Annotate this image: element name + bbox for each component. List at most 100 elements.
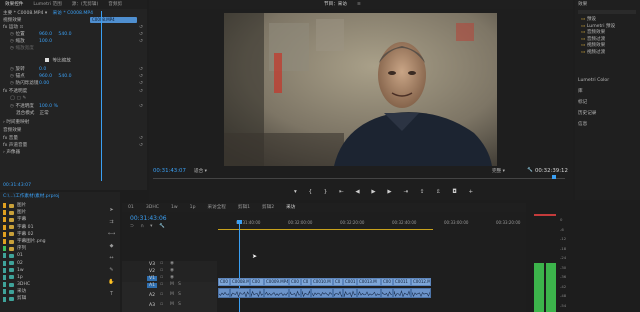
scale-value[interactable]: 100.0 — [39, 39, 52, 45]
opacity-value[interactable]: 100.0 % — [39, 104, 58, 110]
project-item[interactable]: 剪辑 — [3, 295, 117, 302]
step-forward-icon[interactable]: ▶ — [387, 189, 391, 195]
linked-selection-icon[interactable]: ∩ — [140, 224, 143, 229]
audio-clip[interactable] — [230, 288, 250, 298]
video-clip[interactable]: C00 — [289, 278, 301, 286]
project-item[interactable]: 序列 — [3, 245, 117, 252]
timeline-tab[interactable]: 剪辑2 — [256, 203, 280, 212]
project-item[interactable]: 采访 — [3, 288, 117, 295]
project-item[interactable]: 1w — [3, 267, 117, 274]
stopwatch-icon[interactable]: ◷ — [10, 81, 14, 87]
solo-icon[interactable]: S — [178, 302, 181, 307]
reset-icon[interactable]: ↺ — [139, 143, 143, 148]
stopwatch-icon[interactable]: ◷ — [10, 104, 14, 110]
reset-icon[interactable]: ↺ — [139, 89, 143, 94]
mute-icon[interactable]: M — [170, 302, 174, 307]
menu-icon[interactable]: ≡ — [352, 0, 366, 9]
video-clip[interactable]: C00 — [250, 278, 264, 286]
wrench-icon[interactable]: 🔧 — [527, 168, 533, 173]
ellipse-mask-icon[interactable]: ◯ — [10, 96, 15, 102]
tab-audio-mixer[interactable]: 音频剪 — [103, 0, 127, 9]
effects-search-input[interactable] — [578, 10, 636, 14]
reset-icon[interactable]: ↺ — [139, 74, 143, 79]
position-x[interactable]: 960.0 — [39, 32, 57, 38]
side-panel-item[interactable]: 库 — [578, 86, 609, 97]
tab-source[interactable]: 源：(无剪辑) — [67, 0, 104, 9]
stopwatch-icon[interactable]: ◷ — [10, 67, 14, 73]
anchor-y[interactable]: 540.0 — [58, 74, 71, 80]
track-target[interactable]: V3 — [147, 262, 157, 267]
antiflicker-value[interactable]: 0.00 — [39, 81, 49, 87]
mini-clip-bar[interactable]: C0008.MP4 — [90, 17, 137, 23]
side-panel-item[interactable]: 历史记录 — [578, 108, 609, 119]
track-select-icon[interactable]: ⇉ — [108, 219, 115, 226]
audio-clip[interactable] — [357, 288, 381, 298]
mark-out-icon[interactable]: } — [324, 189, 328, 195]
effects-browser-title[interactable]: 效果 — [578, 2, 587, 8]
pen-mask-icon[interactable]: ✎ — [22, 96, 26, 102]
stopwatch-icon[interactable]: ◷ — [10, 74, 14, 80]
project-item[interactable]: 01 — [3, 252, 117, 259]
lock-icon[interactable]: ▫ — [160, 268, 163, 273]
anchor-x[interactable]: 960.0 — [39, 74, 57, 80]
lock-icon[interactable]: ▫ — [160, 292, 163, 297]
video-clip[interactable]: C0012.M — [411, 278, 431, 286]
audio-clip[interactable] — [218, 288, 230, 298]
program-title[interactable]: 节目：采访 — [319, 0, 352, 9]
marker-icon[interactable]: ▾ — [294, 189, 297, 195]
panner-effect[interactable]: › 声像器 — [3, 150, 20, 156]
pen-tool-icon[interactable]: ✎ — [108, 267, 115, 274]
extract-icon[interactable]: ⇫ — [436, 189, 441, 195]
reset-icon[interactable]: ↺ — [139, 25, 143, 30]
program-timecode-left[interactable]: 00:31:43:07 — [153, 168, 186, 174]
solo-icon[interactable]: S — [178, 292, 181, 297]
work-area-bar[interactable] — [218, 229, 433, 230]
project-item[interactable]: 图片 — [3, 209, 117, 216]
channel-volume-effect[interactable]: fx 声道音量 — [3, 143, 27, 149]
video-frame[interactable] — [224, 13, 497, 166]
track-target[interactable]: V2 — [147, 269, 157, 274]
mark-in-icon[interactable]: { — [309, 189, 313, 195]
camera-icon[interactable]: ◘ — [452, 189, 456, 195]
lift-icon[interactable]: ⇪ — [420, 189, 425, 195]
blend-select[interactable]: 正常 — [39, 111, 48, 116]
project-item[interactable]: 字幕 01 — [3, 224, 117, 231]
video-clip[interactable]: C0 — [301, 278, 311, 286]
program-timecode-right[interactable]: 00:32:39:12 — [535, 168, 568, 174]
project-item[interactable]: 3DHC — [3, 281, 117, 288]
audio-clip[interactable] — [301, 288, 311, 298]
video-clip[interactable]: C0010.M — [311, 278, 333, 286]
add-marker-icon[interactable]: ▾ — [150, 224, 152, 229]
volume-effect[interactable]: fx 音量 — [3, 136, 18, 142]
side-panel-item[interactable]: 信息 — [578, 119, 609, 130]
header-sequence[interactable]: 采访 * C0008.MP4 — [53, 11, 93, 16]
reset-icon[interactable]: ↺ — [139, 32, 143, 37]
type-tool-icon[interactable]: T — [108, 291, 115, 298]
time-remap-row[interactable]: › 时间重映射 — [3, 120, 29, 126]
playhead-handle[interactable] — [237, 220, 242, 224]
reset-icon[interactable]: ↺ — [139, 81, 143, 86]
hand-tool-icon[interactable]: ✋ — [108, 279, 115, 286]
go-to-in-icon[interactable]: ⇤ — [339, 189, 344, 195]
eye-icon[interactable]: ◉ — [170, 268, 174, 273]
timeline-tab[interactable]: 3DHC — [140, 203, 165, 212]
video-clip[interactable]: C0008.M — [230, 278, 250, 286]
video-clip[interactable]: C001 — [343, 278, 357, 286]
lock-icon[interactable]: ▫ — [160, 302, 163, 307]
timeline-tab[interactable]: 1p — [184, 203, 202, 212]
lock-icon[interactable]: ▫ — [160, 261, 163, 266]
quality-select[interactable]: 完整 ▾ — [492, 168, 505, 174]
audio-clip[interactable] — [311, 288, 333, 298]
timeline-timecode[interactable]: 00:31:43:06 — [130, 215, 167, 222]
track-target[interactable]: A2 — [147, 293, 157, 298]
audio-clip[interactable] — [381, 288, 393, 298]
timeline-settings-icon[interactable]: 🔧 — [159, 224, 165, 229]
lock-icon[interactable]: ▫ — [160, 282, 163, 287]
project-item[interactable]: 图片 — [3, 202, 117, 209]
program-playhead[interactable] — [552, 175, 556, 179]
project-item[interactable]: 字幕 — [3, 216, 117, 223]
lock-icon[interactable]: ▫ — [160, 275, 163, 280]
header-source[interactable]: 主要 * C0008.MP4 — [3, 11, 43, 16]
reset-icon[interactable]: ↺ — [139, 39, 143, 44]
program-scrubber[interactable] — [153, 178, 565, 179]
